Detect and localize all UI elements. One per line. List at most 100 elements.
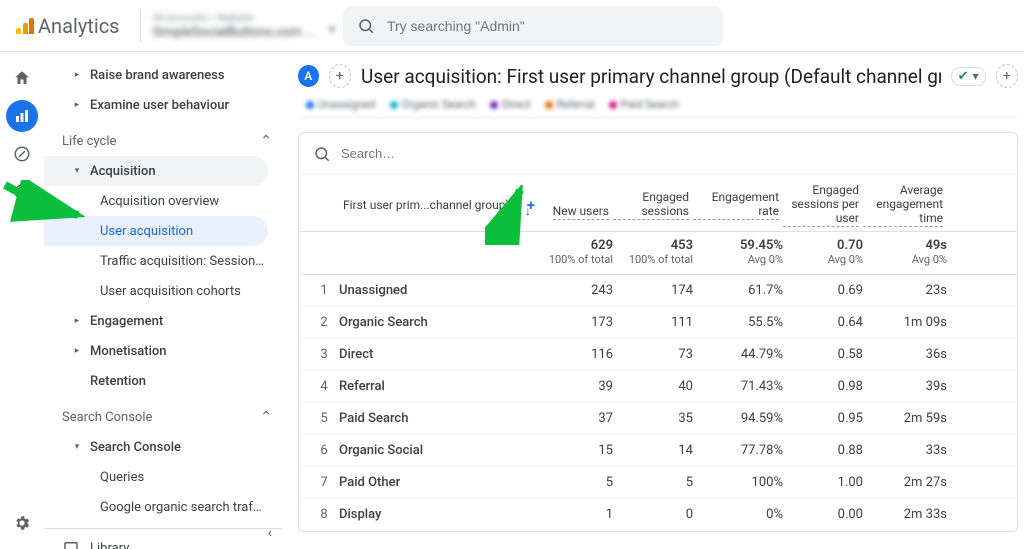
row-dimension: Organic Search (339, 315, 539, 330)
table-search-input[interactable] (341, 146, 1003, 161)
advertising-icon[interactable] (6, 176, 38, 208)
row-dimension: Display (339, 507, 539, 522)
sidebar-item-engagement[interactable]: ▸Engagement (44, 306, 282, 336)
ga-logo[interactable]: Analytics (8, 14, 128, 38)
sidebar-section-search-console[interactable]: Search Console⌃ (44, 402, 282, 432)
caret-down-icon: ▾ (72, 442, 82, 452)
col-engaged-sessions[interactable]: Engaged sessions (613, 190, 693, 220)
row-value: 23s (863, 283, 947, 298)
row-dimension: Paid Search (339, 411, 539, 426)
row-index: 2 (309, 315, 339, 330)
row-value: 0% (693, 507, 783, 522)
row-value: 1m 09s (863, 315, 947, 330)
row-value: 111 (613, 315, 693, 330)
col-avg-engagement-time[interactable]: Average engagement time (863, 183, 947, 227)
row-dimension: Paid Other (339, 475, 539, 490)
chevron-down-icon: ▾ (329, 22, 335, 36)
data-table-card: First user prim...channel group) ▾ + ↓Ne… (298, 132, 1018, 532)
sidebar-item-user-acquisition[interactable]: User acquisition (44, 216, 268, 246)
sidebar-item-raise-brand-awareness[interactable]: ▸Raise brand awareness (44, 60, 282, 90)
search-input[interactable] (387, 18, 709, 34)
account-line2: SimpleSocialButtons.com ... (153, 26, 315, 40)
left-rail (0, 52, 44, 549)
row-index: 3 (309, 347, 339, 362)
row-value: 0.64 (783, 315, 863, 330)
collapse-sidebar-chevron-icon[interactable]: ‹ (268, 525, 272, 541)
row-value: 116 (539, 347, 613, 362)
account-selector[interactable]: All accounts > Website SimpleSocialButto… (153, 12, 335, 40)
row-dimension: Unassigned (339, 283, 539, 298)
sidebar-section-life-cycle[interactable]: Life cycle⌃ (44, 126, 282, 156)
segment-chip[interactable]: A (298, 65, 319, 87)
explore-icon[interactable] (6, 138, 38, 170)
col-new-users[interactable]: ↓New users (539, 190, 613, 220)
table-row[interactable]: 7 Paid Other 5 5 100% 1.00 2m 27s (299, 467, 1017, 499)
main: A + User acquisition: First user primary… (282, 52, 1024, 549)
row-index: 8 (309, 507, 339, 522)
sidebar: ▸Raise brand awareness ▸Examine user beh… (44, 52, 282, 549)
row-value: 71.43% (693, 379, 783, 394)
row-value: 35 (613, 411, 693, 426)
row-value: 44.79% (693, 347, 783, 362)
admin-gear-icon[interactable] (6, 507, 38, 539)
add-segment-button[interactable]: + (329, 64, 352, 88)
col-engagement-rate[interactable]: Engagement rate (693, 190, 783, 220)
home-icon[interactable] (6, 62, 38, 94)
check-icon: ✔ (958, 69, 969, 84)
col-engaged-per-user[interactable]: Engaged sessions per user (783, 183, 863, 227)
chevron-down-icon: ▾ (516, 200, 521, 211)
row-value: 0.58 (783, 347, 863, 362)
row-dimension: Organic Social (339, 443, 539, 458)
library-icon (62, 539, 80, 549)
analytics-logo-icon (16, 18, 34, 34)
sidebar-item-examine-user-behaviour[interactable]: ▸Examine user behaviour (44, 90, 282, 120)
brand-text: Analytics (38, 14, 120, 38)
sidebar-item-acquisition[interactable]: ▾Acquisition (44, 156, 268, 186)
search-bar[interactable] (343, 6, 723, 46)
add-card-button[interactable]: + (996, 64, 1019, 88)
search-icon (313, 145, 331, 163)
row-index: 6 (309, 443, 339, 458)
table-row[interactable]: 2 Organic Search 173 111 55.5% 0.64 1m 0… (299, 307, 1017, 339)
reports-icon[interactable] (6, 100, 38, 132)
row-index: 7 (309, 475, 339, 490)
row-value: 0.88 (783, 443, 863, 458)
sidebar-item-user-acquisition-cohorts[interactable]: User acquisition cohorts (44, 276, 282, 306)
caret-right-icon: ▸ (72, 100, 82, 110)
divider (140, 10, 141, 42)
title-bar: A + User acquisition: First user primary… (298, 64, 1018, 88)
row-value: 39 (539, 379, 613, 394)
sidebar-item-search-console[interactable]: ▾Search Console (44, 432, 282, 462)
status-pill[interactable]: ✔▾ (951, 67, 986, 86)
row-value: 2m 33s (863, 507, 947, 522)
sidebar-item-traffic-acquisition[interactable]: Traffic acquisition: Session… (44, 246, 282, 276)
row-value: 55.5% (693, 315, 783, 330)
sidebar-item-queries[interactable]: Queries (44, 462, 282, 492)
row-value: 5 (613, 475, 693, 490)
row-value: 73 (613, 347, 693, 362)
table-row[interactable]: 1 Unassigned 243 174 61.7% 0.69 23s (299, 275, 1017, 307)
sidebar-item-retention[interactable]: ▸Retention (44, 366, 282, 396)
chart-legend: Unassigned Organic Search Direct Referra… (298, 96, 1018, 118)
table-row[interactable]: 4 Referral 39 40 71.43% 0.98 39s (299, 371, 1017, 403)
chevron-up-icon: ⌃ (260, 409, 272, 425)
table-totals-row: 629100% of total 453100% of total 59.45%… (299, 232, 1017, 275)
table-row[interactable]: 6 Organic Social 15 14 77.78% 0.88 33s (299, 435, 1017, 467)
row-value: 2m 27s (863, 475, 947, 490)
dimension-picker[interactable]: First user prim...channel group) ▾ + (339, 196, 539, 214)
sidebar-item-monetisation[interactable]: ▸Monetisation (44, 336, 282, 366)
row-value: 0.95 (783, 411, 863, 426)
table-row[interactable]: 3 Direct 116 73 44.79% 0.58 36s (299, 339, 1017, 371)
page-title: User acquisition: First user primary cha… (361, 65, 941, 88)
topbar: Analytics All accounts > Website SimpleS… (0, 0, 1024, 52)
row-value: 94.59% (693, 411, 783, 426)
row-value: 1 (539, 507, 613, 522)
sidebar-item-acquisition-overview[interactable]: Acquisition overview (44, 186, 282, 216)
row-value: 243 (539, 283, 613, 298)
table-header: First user prim...channel group) ▾ + ↓Ne… (299, 175, 1017, 232)
table-row[interactable]: 8 Display 1 0 0% 0.00 2m 33s (299, 499, 1017, 531)
sidebar-library[interactable]: Library (44, 528, 282, 549)
table-row[interactable]: 5 Paid Search 37 35 94.59% 0.95 2m 59s (299, 403, 1017, 435)
table-search-row (299, 133, 1017, 175)
sidebar-item-gosc-traffic[interactable]: Google organic search traf… (44, 492, 282, 522)
